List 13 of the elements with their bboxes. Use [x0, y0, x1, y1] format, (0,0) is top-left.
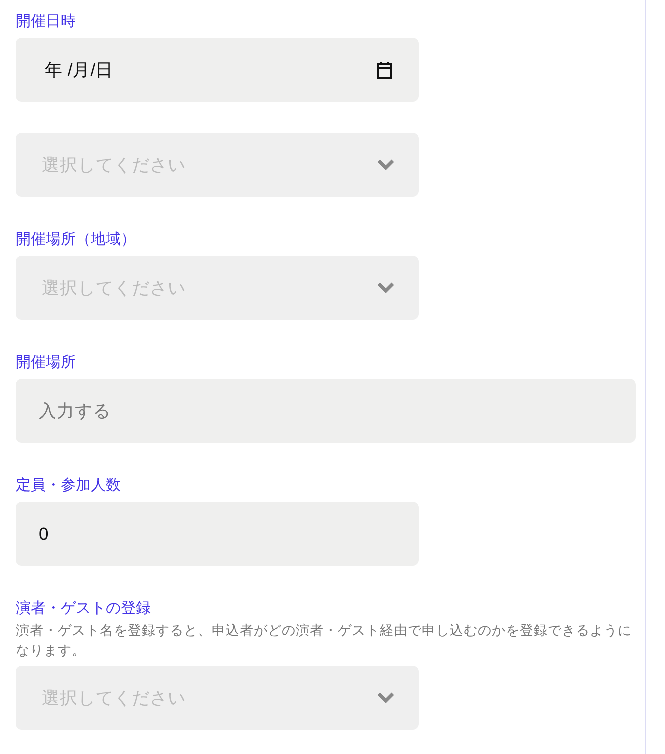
chevron-down-icon	[377, 282, 395, 294]
chevron-down-icon	[377, 692, 395, 704]
field-label: 開催場所	[16, 353, 76, 373]
chevron-down-icon	[377, 159, 395, 171]
text-input-field[interactable]: 入力する	[16, 379, 636, 443]
field-label: 定員・参加人数	[16, 476, 121, 496]
calendar-icon	[376, 61, 393, 79]
date-field[interactable]: 年 /月/日	[16, 38, 419, 102]
field-description: 演者・ゲスト名を登録すると、申込者がどの演者・ゲスト経由で申し込むのかを登録できるようになります。	[16, 622, 633, 660]
number-input-field[interactable]: 0	[16, 502, 419, 566]
field-label: 開催場所（地域）	[16, 230, 136, 250]
field-label: 演者・ゲストの登録	[16, 599, 151, 619]
field-label: 開催日時	[16, 12, 76, 32]
